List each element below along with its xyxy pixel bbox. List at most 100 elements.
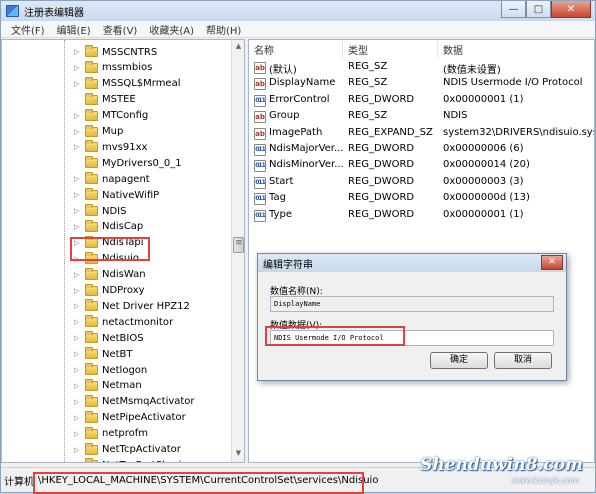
tree-item[interactable]: ▷ NetPipeActivator [2, 410, 232, 426]
value-row[interactable]: 011 Start REG_DWORD 0x00000003 (3) [249, 175, 594, 191]
tree-item[interactable]: ▷ Mup [2, 124, 232, 140]
expand-arrow-icon[interactable]: ▷ [74, 414, 79, 422]
folder-icon [85, 267, 98, 280]
tree-item[interactable]: MSTEE [2, 92, 232, 108]
column-header-data[interactable]: 数据 [438, 40, 594, 58]
binary-value-icon: 011 [254, 176, 266, 189]
expand-arrow-icon[interactable]: ▷ [74, 64, 79, 72]
tree-item[interactable]: ▷ NetMsmqActivator [2, 394, 232, 410]
dialog-title: 编辑字符串 [263, 259, 313, 271]
value-row[interactable]: 011 Type REG_DWORD 0x00000001 (1) [249, 208, 594, 224]
expand-arrow-icon[interactable]: ▷ [74, 350, 79, 358]
tree-item[interactable]: ▷ napagent [2, 171, 232, 187]
expand-arrow-icon[interactable]: ▷ [74, 446, 79, 454]
value-row[interactable]: ab Group REG_SZ NDIS [249, 109, 594, 125]
tree-item-label: Netlogon [102, 364, 148, 376]
expand-arrow-icon[interactable]: ▷ [74, 302, 79, 310]
menu-edit[interactable]: 编辑(E) [51, 22, 97, 37]
tree-item[interactable]: ▷ NdisCap [2, 219, 232, 235]
folder-icon [85, 394, 98, 407]
ok-button[interactable]: 确定 [430, 352, 488, 369]
tree-item[interactable]: ▷ NetBT [2, 346, 232, 362]
folder-icon [85, 188, 98, 201]
scroll-down-arrow-icon[interactable]: ▼ [233, 449, 244, 460]
tree-item[interactable]: ▷ mssmbios [2, 60, 232, 76]
value-row[interactable]: ab (默认) REG_SZ (数值未设置) [249, 60, 594, 76]
expand-arrow-icon[interactable]: ▷ [74, 207, 79, 215]
tree-item[interactable]: ▷ NativeWifiP [2, 187, 232, 203]
key-tree-pane[interactable]: ▷ MSSCNTRS ▷ mssmbios ▷ MSSQL$Mrmeal MSTEE ▷ MTC… [1, 39, 245, 463]
tree-item[interactable]: ▷ NdisTapi [2, 235, 232, 251]
expand-arrow-icon[interactable]: ▷ [74, 112, 79, 120]
expand-arrow-icon[interactable]: ▷ [74, 366, 79, 374]
tree-item[interactable]: ▷ netactmonitor [2, 314, 232, 330]
dialog-close-button[interactable]: ✕ [541, 255, 563, 270]
cancel-button[interactable]: 取消 [494, 352, 552, 369]
tree-item[interactable]: ▷ mvs91xx [2, 139, 232, 155]
tree-item[interactable]: ▷ MSSQL$Mrmeal [2, 76, 232, 92]
value-row[interactable]: 011 ErrorControl REG_DWORD 0x00000001 (1) [249, 93, 594, 109]
menu-view[interactable]: 查看(V) [97, 22, 144, 37]
expand-arrow-icon[interactable]: ▷ [74, 239, 79, 247]
tree-item-label: NDIS [102, 205, 127, 217]
tree-item[interactable]: ▷ MSSCNTRS [2, 44, 232, 60]
menu-help[interactable]: 帮助(H) [200, 22, 247, 37]
expand-arrow-icon[interactable]: ▷ [74, 223, 79, 231]
expand-arrow-icon[interactable]: ▷ [74, 430, 79, 438]
expand-arrow-icon[interactable]: ▷ [74, 382, 79, 390]
tree-item[interactable]: ▷ NetBIOS [2, 330, 232, 346]
expand-arrow-icon[interactable]: ▷ [74, 461, 79, 462]
expand-arrow-icon[interactable]: ▷ [74, 287, 79, 295]
title-bar[interactable]: 注册表编辑器 — □ ✕ [1, 1, 595, 21]
tree-item[interactable]: ▷ MTConfig [2, 108, 232, 124]
expand-arrow-icon[interactable]: ▷ [74, 271, 79, 279]
tree-item[interactable]: ▷ NetTcpActivator [2, 442, 232, 458]
tree-item[interactable]: ▷ Netman [2, 378, 232, 394]
tree-item[interactable]: ▷ NDProxy [2, 283, 232, 299]
value-row[interactable]: ab ImagePath REG_EXPAND_SZ system32\DRIVERS… [249, 126, 594, 142]
tree-item[interactable]: MyDrivers0_0_1 [2, 155, 232, 171]
value-row[interactable]: ab DisplayName REG_SZ NDIS Usermode I/O Pro… [249, 76, 594, 92]
scroll-up-arrow-icon[interactable]: ▲ [233, 42, 244, 53]
menu-file[interactable]: 文件(F) [5, 22, 51, 37]
tree-item[interactable]: ▷ netprofm [2, 426, 232, 442]
folder-icon [85, 219, 98, 232]
value-data-input[interactable]: NDIS Usermode I/O Protocol [270, 330, 554, 346]
dialog-title-bar[interactable]: 编辑字符串 ✕ [258, 254, 566, 272]
expand-arrow-icon[interactable]: ▷ [74, 128, 79, 136]
scroll-thumb[interactable] [233, 237, 244, 253]
value-row[interactable]: 011 NdisMinorVer... REG_DWORD 0x00000014 (2… [249, 158, 594, 174]
tree-vertical-scrollbar[interactable]: ▲ ▼ [231, 40, 244, 462]
expand-arrow-icon[interactable]: ▷ [74, 175, 79, 183]
tree-item[interactable]: ▷ Net Driver HPZ12 [2, 298, 232, 314]
value-row[interactable]: 011 NdisMajorVer... REG_DWORD 0x00000006 (6… [249, 142, 594, 158]
status-prefix: 计算机 [4, 476, 34, 488]
expand-arrow-icon[interactable]: ▷ [74, 191, 79, 199]
expand-arrow-icon[interactable]: ▷ [74, 334, 79, 342]
menu-favorites[interactable]: 收藏夹(A) [143, 22, 200, 37]
tree-item[interactable]: ▷ NDIS [2, 203, 232, 219]
expand-arrow-icon[interactable]: ▷ [74, 398, 79, 406]
expand-arrow-icon[interactable]: ▷ [74, 80, 79, 88]
tree-item[interactable]: ▷ Netlogon [2, 362, 232, 378]
minimize-button[interactable]: — [501, 1, 526, 18]
expand-arrow-icon[interactable]: ▷ [74, 48, 79, 56]
value-row[interactable]: 011 Tag REG_DWORD 0x0000000d (13) [249, 191, 594, 207]
values-pane[interactable]: 名称 类型 数据 ab (默认) REG_SZ (数值未设置) ab DisplayNam… [248, 39, 595, 463]
status-key-path: \HKEY_LOCAL_MACHINE\SYSTEM\CurrentContro… [38, 474, 379, 486]
value-data: 0x0000000d (13) [443, 192, 530, 204]
tree-item[interactable]: ▷ NdisWan [2, 267, 232, 283]
column-header-name[interactable]: 名称 [249, 40, 343, 58]
maximize-button[interactable]: □ [526, 1, 551, 18]
expand-arrow-icon[interactable]: ▷ [74, 143, 79, 151]
column-header-type[interactable]: 类型 [343, 40, 438, 58]
expand-arrow-icon[interactable]: ▷ [74, 255, 79, 263]
folder-icon [85, 108, 98, 121]
folder-icon [85, 156, 98, 169]
tree-item[interactable]: ▷ Ndisuio [2, 251, 232, 267]
expand-arrow-icon[interactable]: ▷ [74, 318, 79, 326]
tree-item[interactable]: ▷ NetTcpPortSharing [2, 457, 232, 462]
tree-item-label: MTConfig [102, 110, 149, 122]
close-button[interactable]: ✕ [551, 1, 591, 18]
binary-value-icon: 011 [254, 160, 266, 173]
